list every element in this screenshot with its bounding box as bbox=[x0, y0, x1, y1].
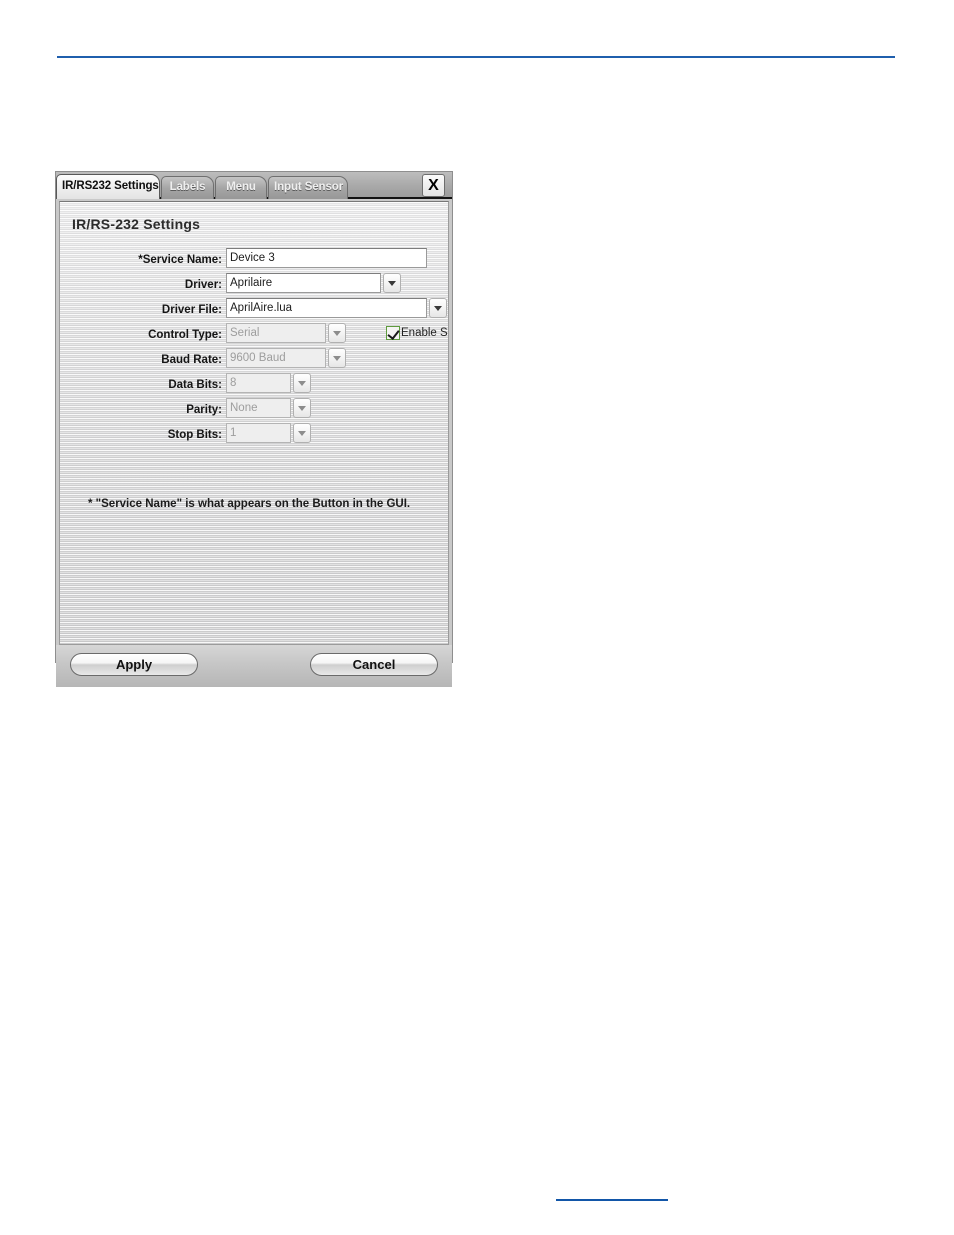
service-name-input[interactable]: Device 3 bbox=[226, 248, 427, 268]
form-row-driver: Driver: Aprilaire bbox=[60, 273, 448, 298]
baud-rate-select[interactable]: 9600 Baud bbox=[226, 348, 346, 368]
ir-rs232-settings-dialog: IR/RS232 Settings Labels Menu Input Sens… bbox=[55, 171, 453, 687]
settings-form: *Service Name: Device 3 Driver: Aprilair… bbox=[60, 248, 448, 448]
service-name-field-wrap: Device 3 bbox=[226, 248, 427, 268]
page-title: IR/RS-232 Settings bbox=[72, 216, 201, 232]
apply-button[interactable]: Apply bbox=[70, 653, 198, 676]
footer-link[interactable] bbox=[556, 1186, 668, 1201]
chevron-down-icon[interactable] bbox=[429, 298, 447, 318]
control-type-select-value: Serial bbox=[226, 323, 326, 343]
parity-select-value: None bbox=[226, 398, 291, 418]
control-type-label: Control Type: bbox=[148, 329, 222, 341]
tab-labels[interactable]: Labels bbox=[161, 176, 214, 199]
enable-service-label: Enable Service bbox=[401, 326, 448, 339]
data-bits-select[interactable]: 8 bbox=[226, 373, 311, 393]
form-row-parity: Parity: None bbox=[60, 398, 448, 423]
stop-bits-select[interactable]: 1 bbox=[226, 423, 311, 443]
page-header-rule bbox=[57, 56, 895, 58]
close-icon[interactable]: X bbox=[422, 174, 445, 197]
stop-bits-label: Stop Bits: bbox=[167, 429, 222, 441]
form-row-stop-bits: Stop Bits: 1 bbox=[60, 423, 448, 448]
chevron-down-icon[interactable] bbox=[293, 398, 311, 418]
enable-service-checkbox-wrap: Enable Service bbox=[386, 324, 448, 342]
stop-bits-select-value: 1 bbox=[226, 423, 291, 443]
driver-file-select-value: AprilAire.lua bbox=[226, 298, 427, 318]
driver-file-select[interactable]: AprilAire.lua bbox=[226, 298, 447, 318]
parity-field-wrap: None bbox=[226, 398, 311, 418]
driver-field-wrap: Aprilaire bbox=[226, 273, 401, 293]
chevron-down-icon[interactable] bbox=[293, 423, 311, 443]
tab-bar: IR/RS232 Settings Labels Menu Input Sens… bbox=[56, 172, 452, 199]
parity-label: Parity: bbox=[186, 404, 222, 416]
chevron-down-icon[interactable] bbox=[383, 273, 401, 293]
settings-panel: IR/RS-232 Settings *Service Name: Device… bbox=[59, 201, 449, 645]
driver-select[interactable]: Aprilaire bbox=[226, 273, 401, 293]
driver-file-label: Driver File: bbox=[161, 304, 222, 316]
form-row-data-bits: Data Bits: 8 bbox=[60, 373, 448, 398]
tab-ir-rs232-settings[interactable]: IR/RS232 Settings bbox=[56, 174, 160, 199]
data-bits-field-wrap: 8 bbox=[226, 373, 311, 393]
dialog-button-bar: Apply Cancel bbox=[56, 645, 452, 687]
driver-file-field-wrap: AprilAire.lua bbox=[226, 298, 447, 318]
data-bits-select-value: 8 bbox=[226, 373, 291, 393]
baud-rate-select-value: 9600 Baud bbox=[226, 348, 326, 368]
service-name-label: *Service Name: bbox=[138, 254, 222, 266]
driver-select-value: Aprilaire bbox=[226, 273, 381, 293]
form-row-service-name: *Service Name: Device 3 bbox=[60, 248, 448, 273]
control-type-field-wrap: Serial bbox=[226, 323, 346, 343]
baud-rate-label: Baud Rate: bbox=[161, 354, 222, 366]
parity-select[interactable]: None bbox=[226, 398, 311, 418]
form-row-control-type: Control Type: Serial Enable Service bbox=[60, 323, 448, 348]
tab-input-sensor[interactable]: Input Sensor bbox=[268, 176, 348, 199]
service-name-footnote: * "Service Name" is what appears on the … bbox=[88, 498, 411, 510]
chevron-down-icon[interactable] bbox=[293, 373, 311, 393]
data-bits-label: Data Bits: bbox=[168, 379, 222, 391]
enable-service-checkbox[interactable] bbox=[386, 325, 400, 340]
cancel-button[interactable]: Cancel bbox=[310, 653, 438, 676]
driver-label: Driver: bbox=[184, 279, 222, 291]
form-row-driver-file: Driver File: AprilAire.lua bbox=[60, 298, 448, 323]
stop-bits-field-wrap: 1 bbox=[226, 423, 311, 443]
tab-menu[interactable]: Menu bbox=[215, 176, 267, 199]
chevron-down-icon[interactable] bbox=[328, 348, 346, 368]
form-row-baud-rate: Baud Rate: 9600 Baud bbox=[60, 348, 448, 373]
chevron-down-icon[interactable] bbox=[328, 323, 346, 343]
baud-rate-field-wrap: 9600 Baud bbox=[226, 348, 346, 368]
control-type-select[interactable]: Serial bbox=[226, 323, 346, 343]
